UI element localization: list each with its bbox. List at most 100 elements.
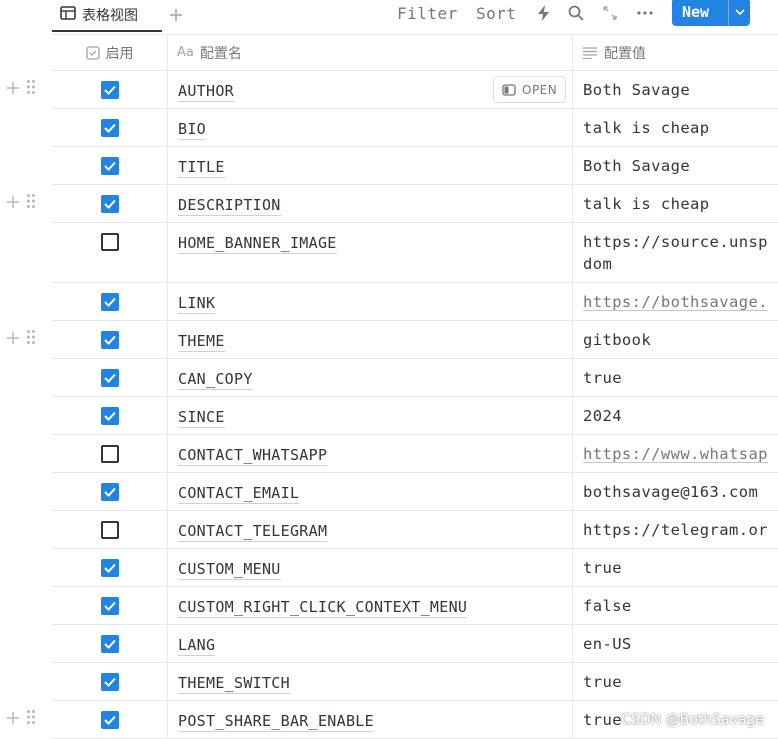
text-lines-icon [583, 46, 597, 59]
drag-handle[interactable] [26, 79, 36, 99]
checkbox-checked[interactable] [100, 119, 119, 137]
table-row[interactable]: CONTACT_WHATSAPP https://www.whatsap [52, 435, 778, 473]
table-row[interactable]: AUTHOR OPEN Both Savage [52, 71, 778, 109]
config-value-link[interactable]: https://bothsavage. [583, 291, 778, 313]
table-row[interactable]: BIO talk is cheap [52, 109, 778, 147]
config-name-cell[interactable]: CONTACT_WHATSAPP [168, 435, 573, 472]
config-name-cell[interactable]: THEME_SWITCH [168, 663, 573, 700]
checkbox-checked[interactable] [100, 81, 119, 99]
config-name-cell[interactable]: TITLE [168, 147, 573, 184]
automation-bolt-button[interactable] [533, 2, 555, 24]
expand-button[interactable] [599, 2, 621, 24]
drag-handle[interactable] [26, 709, 36, 729]
config-name-cell[interactable]: CAN_COPY [168, 359, 573, 396]
enabled-cell [52, 359, 168, 396]
config-name-cell[interactable]: SINCE [168, 397, 573, 434]
table-row[interactable]: THEME gitbook [52, 321, 778, 359]
add-row-button[interactable] [6, 710, 20, 729]
table-row[interactable]: CUSTOM_RIGHT_CLICK_CONTEXT_MENU false [52, 587, 778, 625]
config-name-cell[interactable]: AUTHOR OPEN [168, 71, 573, 108]
checkbox-checked[interactable] [100, 369, 119, 387]
view-tab-table[interactable]: 表格视图 [52, 0, 162, 32]
drag-handle[interactable] [26, 329, 36, 349]
checkbox-checked[interactable] [100, 195, 119, 213]
checkbox-checked[interactable] [100, 635, 119, 653]
new-dropdown-button[interactable] [729, 9, 750, 15]
table-row[interactable]: DESCRIPTION talk is cheap [52, 185, 778, 223]
checkbox-checked[interactable] [100, 293, 119, 311]
config-value-cell[interactable]: bothsavage@163.com [573, 473, 778, 510]
enabled-cell [52, 511, 168, 548]
add-row-button[interactable] [6, 330, 20, 349]
checkbox-checked[interactable] [100, 407, 119, 425]
table-row[interactable]: CONTACT_TELEGRAM https://telegram.or [52, 511, 778, 549]
config-value-cell[interactable]: en-US [573, 625, 778, 662]
plus-icon [7, 195, 19, 208]
config-name-cell[interactable]: HOME_BANNER_IMAGE [168, 223, 573, 282]
checkbox-checked[interactable] [100, 711, 119, 729]
table-row[interactable]: CUSTOM_MENU true [52, 549, 778, 587]
config-value-text: Both Savage [583, 157, 691, 175]
checkmark-icon [103, 85, 116, 95]
drag-handle[interactable] [26, 193, 36, 213]
config-name-cell[interactable]: THEME [168, 321, 573, 358]
add-view-button[interactable] [166, 3, 186, 27]
checkbox-checked[interactable] [100, 157, 119, 175]
config-name-cell[interactable]: LINK [168, 283, 573, 320]
config-value-cell[interactable]: https://www.whatsap [573, 435, 778, 472]
table-icon [60, 6, 76, 24]
table-row[interactable]: SINCE 2024 [52, 397, 778, 435]
config-value-cell[interactable]: https://source.unsp dom [573, 223, 778, 282]
column-header-config-value[interactable]: 配置值 [573, 35, 778, 70]
config-value-cell[interactable]: gitbook [573, 321, 778, 358]
checkbox-checked[interactable] [100, 331, 119, 349]
config-name-cell[interactable]: CONTACT_EMAIL [168, 473, 573, 510]
config-value-cell[interactable]: talk is cheap [573, 185, 778, 222]
enabled-cell [52, 321, 168, 358]
config-value-cell[interactable]: https://telegram.or [573, 511, 778, 548]
config-value-cell[interactable]: true [573, 549, 778, 586]
table-row[interactable]: TITLE Both Savage [52, 147, 778, 185]
checkbox-checked[interactable] [100, 673, 119, 691]
config-name-cell[interactable]: POST_SHARE_BAR_ENABLE [168, 701, 573, 738]
config-name-cell[interactable]: CUSTOM_RIGHT_CLICK_CONTEXT_MENU [168, 587, 573, 624]
add-row-button[interactable] [6, 80, 20, 99]
config-value-cell[interactable]: Both Savage [573, 147, 778, 184]
config-value-cell[interactable]: false [573, 587, 778, 624]
config-value-cell[interactable]: true [573, 663, 778, 700]
table-row[interactable]: LANG en-US [52, 625, 778, 663]
table-row[interactable]: CONTACT_EMAIL bothsavage@163.com [52, 473, 778, 511]
sort-button[interactable]: Sort [476, 2, 517, 24]
config-name-cell[interactable]: BIO [168, 109, 573, 146]
config-name-cell[interactable]: LANG [168, 625, 573, 662]
checkbox-checked[interactable] [100, 483, 119, 501]
more-options-button[interactable] [634, 2, 656, 24]
new-record-button[interactable]: New [672, 0, 750, 26]
search-button[interactable] [565, 2, 587, 24]
column-header-config-name[interactable]: Aa 配置名 [168, 35, 573, 70]
config-name-cell[interactable]: CUSTOM_MENU [168, 549, 573, 586]
config-name-cell[interactable]: DESCRIPTION [168, 185, 573, 222]
checkbox-checked[interactable] [100, 597, 119, 615]
table-row[interactable]: HOME_BANNER_IMAGE https://source.unsp dom [52, 223, 778, 283]
config-name-cell[interactable]: CONTACT_TELEGRAM [168, 511, 573, 548]
checkbox-unchecked[interactable] [100, 445, 119, 463]
config-value-text: talk is cheap [583, 195, 710, 213]
config-name-text: CUSTOM_MENU [178, 560, 281, 580]
config-value-cell[interactable]: https://bothsavage. [573, 283, 778, 320]
checkbox-checked[interactable] [100, 559, 119, 577]
filter-button[interactable]: Filter [397, 2, 458, 24]
table-row[interactable]: LINK https://bothsavage. [52, 283, 778, 321]
config-value-link[interactable]: https://www.whatsap [583, 443, 778, 465]
open-row-button[interactable]: OPEN [493, 76, 566, 103]
table-row[interactable]: CAN_COPY true [52, 359, 778, 397]
table-row[interactable]: THEME_SWITCH true [52, 663, 778, 701]
config-value-cell[interactable]: 2024 [573, 397, 778, 434]
checkbox-unchecked[interactable] [100, 521, 119, 539]
checkbox-unchecked[interactable] [100, 233, 119, 251]
config-value-cell[interactable]: true [573, 359, 778, 396]
column-header-enabled[interactable]: 启用 [52, 35, 168, 70]
config-value-cell[interactable]: Both Savage [573, 71, 778, 108]
add-row-button[interactable] [6, 194, 20, 213]
config-value-cell[interactable]: talk is cheap [573, 109, 778, 146]
